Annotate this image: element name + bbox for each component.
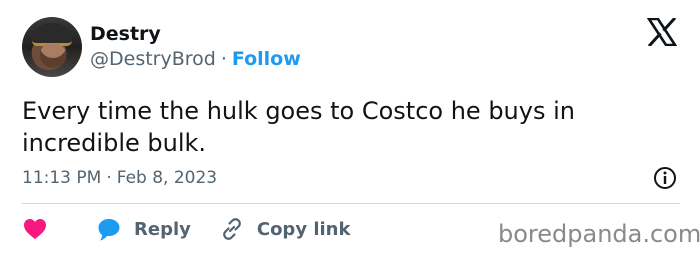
tweet-card: Destry @DestryBrod · Follow Every time t… <box>0 0 700 256</box>
x-logo-icon[interactable] <box>647 18 677 46</box>
avatar[interactable] <box>22 17 82 77</box>
follow-button[interactable]: Follow <box>232 46 301 72</box>
tweet-text: Every time the hulk goes to Costco he bu… <box>22 97 575 157</box>
handle-row: @DestryBrod · Follow <box>90 46 301 72</box>
handle-separator: · <box>220 48 227 70</box>
meta-separator: · <box>106 168 112 188</box>
copy-link-label: Copy link <box>256 218 351 240</box>
copy-link-button[interactable]: Copy link <box>219 216 351 242</box>
heart-icon <box>24 219 46 239</box>
tweet-header: Destry @DestryBrod · Follow <box>22 15 301 79</box>
reply-button[interactable]: Reply <box>96 216 191 242</box>
user-handle[interactable]: @DestryBrod <box>90 46 216 72</box>
divider <box>22 203 680 204</box>
like-button[interactable] <box>22 217 48 241</box>
action-bar: Reply Copy link <box>22 215 350 243</box>
speech-bubble-icon <box>98 219 120 241</box>
reply-label: Reply <box>134 218 191 240</box>
link-icon <box>222 218 241 240</box>
tweet-date[interactable]: Feb 8, 2023 <box>117 168 217 188</box>
author-names: Destry @DestryBrod · Follow <box>90 22 301 72</box>
info-icon[interactable] <box>652 165 678 191</box>
display-name[interactable]: Destry <box>90 22 301 46</box>
tweet-meta: 11:13 PM · Feb 8, 2023 <box>22 165 678 191</box>
tweet-time[interactable]: 11:13 PM <box>22 168 101 188</box>
watermark: boredpanda.com <box>498 220 700 248</box>
